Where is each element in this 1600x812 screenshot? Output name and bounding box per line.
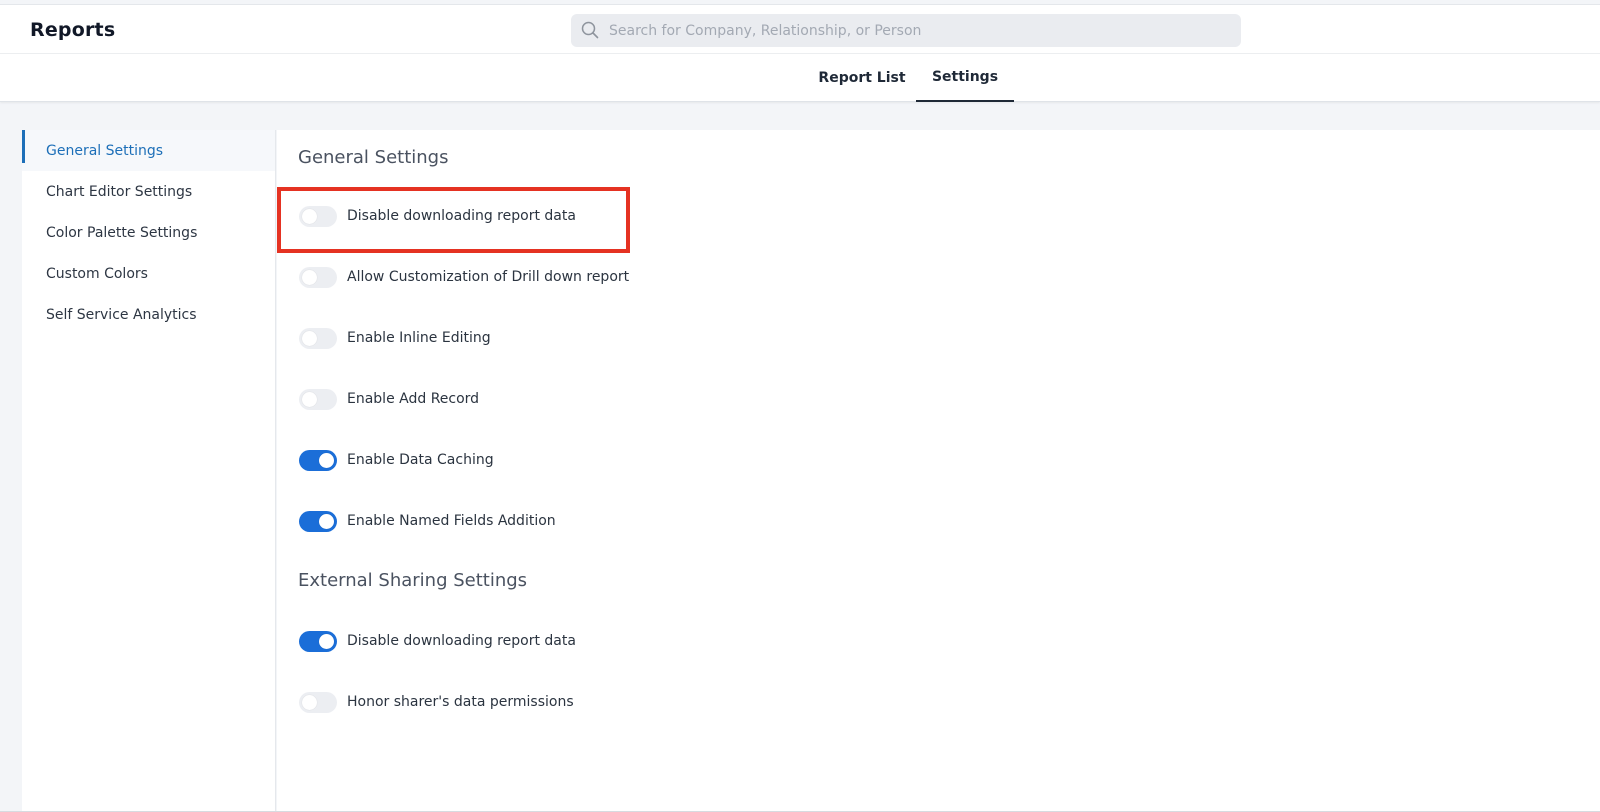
toggle-knob (319, 513, 334, 529)
tab-bar: Report List Settings (0, 54, 1600, 102)
toggle-knob (319, 633, 334, 649)
toggle-enable-add-record[interactable] (299, 388, 337, 410)
setting-row: Disable downloading report data (299, 629, 576, 653)
setting-row: Enable Add Record (299, 387, 479, 411)
setting-row: Enable Data Caching (299, 448, 494, 472)
setting-label: Enable Data Caching (347, 452, 494, 468)
setting-label: Enable Named Fields Addition (347, 513, 556, 529)
external-sharing-settings-title: External Sharing Settings (298, 570, 528, 591)
search-bar[interactable] (571, 14, 1241, 47)
toggle-honor-sharers-data-permissions[interactable] (299, 691, 337, 713)
toggle-external-disable-downloading-report-data[interactable] (299, 630, 337, 652)
setting-row: Allow Customization of Drill down report (299, 265, 629, 289)
sidebar-item-custom-colors[interactable]: Custom Colors (22, 253, 275, 294)
toggle-knob (302, 269, 317, 285)
toggle-knob (302, 391, 317, 407)
search-input[interactable] (609, 14, 1229, 47)
setting-label: Enable Inline Editing (347, 330, 491, 346)
setting-row: Honor sharer's data permissions (299, 690, 574, 714)
toggle-allow-customization-drill-down[interactable] (299, 266, 337, 288)
setting-row: Enable Inline Editing (299, 326, 491, 350)
tab-report-list[interactable]: Report List (812, 54, 912, 102)
toggle-knob (302, 330, 317, 346)
toggle-knob (319, 452, 334, 468)
tab-settings[interactable]: Settings (916, 54, 1014, 102)
sidebar-item-general-settings[interactable]: General Settings (22, 130, 275, 171)
setting-row: Enable Named Fields Addition (299, 509, 556, 533)
settings-sidebar: General Settings Chart Editor Settings C… (22, 130, 276, 812)
toggle-enable-named-fields-addition[interactable] (299, 510, 337, 532)
top-bar: Reports (0, 4, 1600, 54)
sidebar-item-chart-editor-settings[interactable]: Chart Editor Settings (22, 171, 275, 212)
setting-label: Honor sharer's data permissions (347, 694, 574, 710)
setting-label: Enable Add Record (347, 391, 480, 407)
setting-row: Disable downloading report data (299, 204, 576, 228)
settings-content: General Settings Disable downloading rep… (277, 130, 1600, 812)
toggle-knob (302, 208, 317, 224)
setting-label: Allow Customization of Drill down report (347, 269, 630, 285)
toggle-knob (302, 694, 317, 710)
toggle-enable-data-caching[interactable] (299, 449, 337, 471)
toggle-enable-inline-editing[interactable] (299, 327, 337, 349)
toggle-disable-downloading-report-data[interactable] (299, 205, 337, 227)
search-icon (581, 21, 599, 39)
setting-label: Disable downloading report data (347, 633, 576, 649)
app-title: Reports (30, 19, 116, 41)
general-settings-title: General Settings (298, 147, 449, 168)
sidebar-item-self-service-analytics[interactable]: Self Service Analytics (22, 294, 275, 335)
setting-label: Disable downloading report data (347, 208, 576, 224)
sidebar-item-color-palette-settings[interactable]: Color Palette Settings (22, 212, 275, 253)
